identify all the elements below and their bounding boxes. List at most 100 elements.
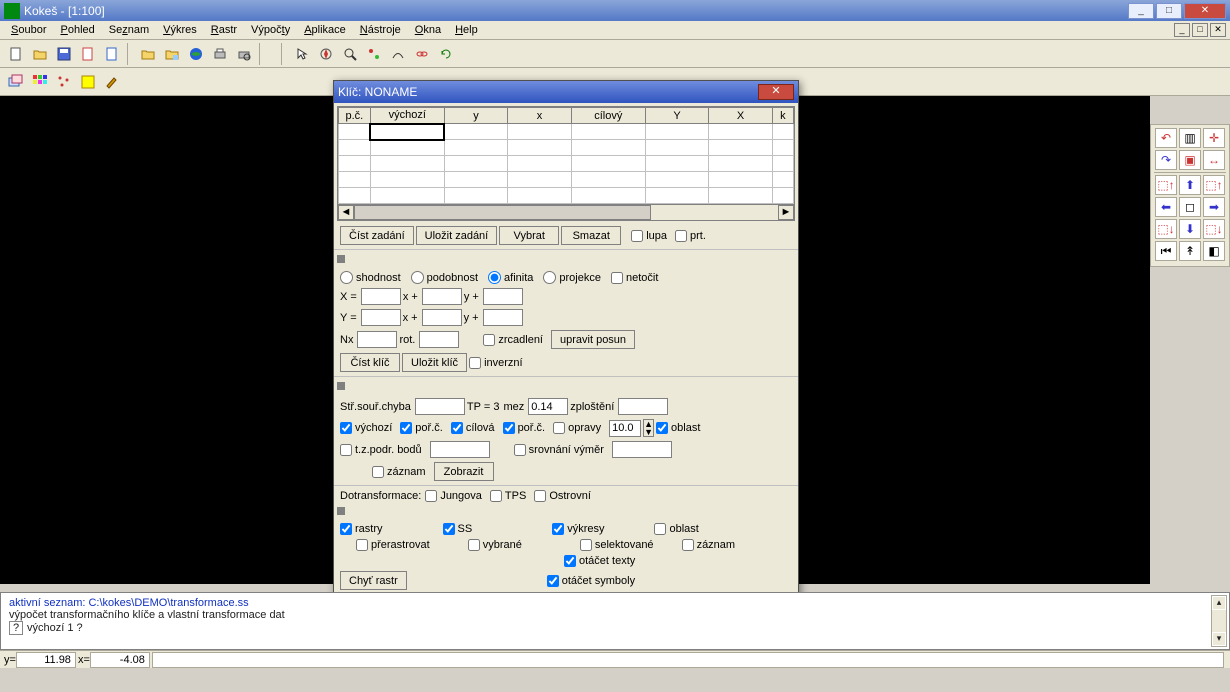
- input-srovnani[interactable]: [612, 441, 672, 458]
- globe-icon[interactable]: [185, 43, 207, 65]
- grid-header[interactable]: Y: [645, 108, 708, 124]
- checkbox-ss[interactable]: SS: [443, 523, 473, 535]
- checkbox-selektovane[interactable]: selektované: [580, 539, 654, 551]
- mdi-close-button[interactable]: ✕: [1210, 23, 1226, 37]
- arrow-left-icon[interactable]: ⬅: [1155, 197, 1177, 217]
- checkbox-cilova[interactable]: cílová: [451, 422, 495, 434]
- input-y2[interactable]: [422, 309, 462, 326]
- console-scrollbar[interactable]: ▴ ▾: [1211, 595, 1227, 647]
- radio-projekce[interactable]: projekce: [543, 271, 601, 284]
- skip-left-icon[interactable]: ⏮: [1155, 241, 1177, 261]
- input-strchyba[interactable]: [415, 398, 465, 415]
- checkbox-netocit[interactable]: netočit: [611, 272, 658, 284]
- checkbox-oblast2[interactable]: oblast: [654, 523, 698, 535]
- zoom-icon[interactable]: [339, 43, 361, 65]
- checkbox-otacet-symboly[interactable]: otáčet symboly: [547, 575, 635, 587]
- input-x3[interactable]: [483, 288, 523, 305]
- refresh-icon[interactable]: [435, 43, 457, 65]
- menu-vypocty[interactable]: Výpočty: [244, 23, 297, 37]
- checkbox-oblast[interactable]: oblast: [656, 422, 700, 434]
- checkbox-zaznam[interactable]: záznam: [372, 466, 426, 478]
- pointer-icon[interactable]: [291, 43, 313, 65]
- center-icon[interactable]: ◻: [1179, 197, 1201, 217]
- curve-icon[interactable]: [387, 43, 409, 65]
- checkbox-jungova[interactable]: Jungova: [425, 490, 482, 502]
- snap-icon[interactable]: ▣: [1179, 150, 1201, 170]
- grid-header[interactable]: x: [508, 108, 571, 124]
- checkbox-tps[interactable]: TPS: [490, 490, 526, 502]
- mdi-minimize-button[interactable]: _: [1174, 23, 1190, 37]
- palette-icon[interactable]: [29, 71, 51, 93]
- input-mez[interactable]: [528, 398, 568, 415]
- extra-icon[interactable]: ◧: [1203, 241, 1225, 261]
- maximize-button[interactable]: □: [1156, 3, 1182, 19]
- rect-up2-icon[interactable]: ⬚↑: [1203, 175, 1225, 195]
- compass-icon[interactable]: [315, 43, 337, 65]
- folder3-icon[interactable]: [161, 43, 183, 65]
- button-vybrat[interactable]: Vybrat: [499, 226, 559, 245]
- checkbox-inverzni[interactable]: inverzní: [469, 357, 523, 369]
- menu-vykres[interactable]: Výkres: [156, 23, 204, 37]
- grid-scrollbar[interactable]: ◄►: [338, 204, 794, 220]
- redo-icon[interactable]: ↷: [1155, 150, 1177, 170]
- input-zplosteni[interactable]: [618, 398, 668, 415]
- button-upravit-posun[interactable]: upravit posun: [551, 330, 635, 349]
- checkbox-ostrovni[interactable]: Ostrovní: [534, 490, 591, 502]
- radio-podobnost[interactable]: podobnost: [411, 271, 478, 284]
- checkbox-porc1[interactable]: poř.č.: [400, 422, 443, 434]
- radio-shodnost[interactable]: shodnost: [340, 271, 401, 284]
- arrow-down-icon[interactable]: ⬇: [1179, 219, 1201, 239]
- grid-header[interactable]: k: [772, 108, 793, 124]
- button-zobrazit[interactable]: Zobrazit: [434, 462, 494, 481]
- brush-icon[interactable]: [101, 71, 123, 93]
- input-x1[interactable]: [361, 288, 401, 305]
- menu-nastroje[interactable]: Nástroje: [353, 23, 408, 37]
- input-tzpodr[interactable]: [430, 441, 490, 458]
- checkbox-porc2[interactable]: poř.č.: [503, 422, 546, 434]
- checkbox-vychozi[interactable]: výchozí: [340, 422, 392, 434]
- input-opravy[interactable]: [609, 420, 641, 437]
- cross-icon[interactable]: ↔: [1203, 150, 1225, 170]
- button-smazat[interactable]: Smazat: [561, 226, 621, 245]
- input-nx[interactable]: [357, 331, 397, 348]
- radio-afinita[interactable]: afinita: [488, 271, 533, 284]
- rect-up-icon[interactable]: ⬚↑: [1155, 175, 1177, 195]
- checkbox-tzpodr[interactable]: t.z.podr. bodů: [340, 444, 422, 456]
- rect-down-icon[interactable]: ⬚↓: [1155, 219, 1177, 239]
- arrow-right-icon[interactable]: ➡: [1203, 197, 1225, 217]
- button-cist-klic[interactable]: Číst klíč: [340, 353, 400, 372]
- menu-seznam[interactable]: Seznam: [102, 23, 156, 37]
- save-icon[interactable]: [53, 43, 75, 65]
- grid-header[interactable]: cílový: [571, 108, 645, 124]
- pin-icon[interactable]: [337, 507, 345, 515]
- doc2-icon[interactable]: [101, 43, 123, 65]
- checkbox-srovnani[interactable]: srovnání výměr: [514, 444, 604, 456]
- grid-points[interactable]: p.č. výchozí y x cílový Y X k ◄►: [337, 106, 795, 221]
- link-icon[interactable]: [411, 43, 433, 65]
- mdi-restore-button[interactable]: □: [1192, 23, 1208, 37]
- grid-header[interactable]: X: [709, 108, 772, 124]
- checkbox-otacet-texty[interactable]: otáčet texty: [564, 555, 635, 567]
- rect-down2-icon[interactable]: ⬚↓: [1203, 219, 1225, 239]
- pin-icon[interactable]: [337, 382, 345, 390]
- print-preview-icon[interactable]: [233, 43, 255, 65]
- input-y3[interactable]: [483, 309, 523, 326]
- menu-rastr[interactable]: Rastr: [204, 23, 244, 37]
- new-file-icon[interactable]: [5, 43, 27, 65]
- button-chyt-rastr[interactable]: Chyť rastr: [340, 571, 407, 590]
- button-cist-zadani[interactable]: Číst zadání: [340, 226, 414, 245]
- menu-pohled[interactable]: Pohled: [53, 23, 101, 37]
- checkbox-zaznam2[interactable]: záznam: [682, 539, 736, 551]
- input-y1[interactable]: [361, 309, 401, 326]
- close-button[interactable]: ✕: [1184, 3, 1226, 19]
- button-ulozit-zadani[interactable]: Uložit zadání: [416, 226, 498, 245]
- checkbox-prerastrovat[interactable]: přerastrovat: [356, 539, 430, 551]
- minimize-button[interactable]: _: [1128, 3, 1154, 19]
- checkbox-vykresy[interactable]: výkresy: [552, 523, 604, 535]
- points-icon[interactable]: [53, 71, 75, 93]
- menu-soubor[interactable]: Soubor: [4, 23, 53, 37]
- checkbox-prt[interactable]: prt.: [675, 230, 706, 242]
- checkbox-rastry[interactable]: rastry: [340, 523, 383, 535]
- grid-header[interactable]: p.č.: [339, 108, 371, 124]
- color-icon[interactable]: [77, 71, 99, 93]
